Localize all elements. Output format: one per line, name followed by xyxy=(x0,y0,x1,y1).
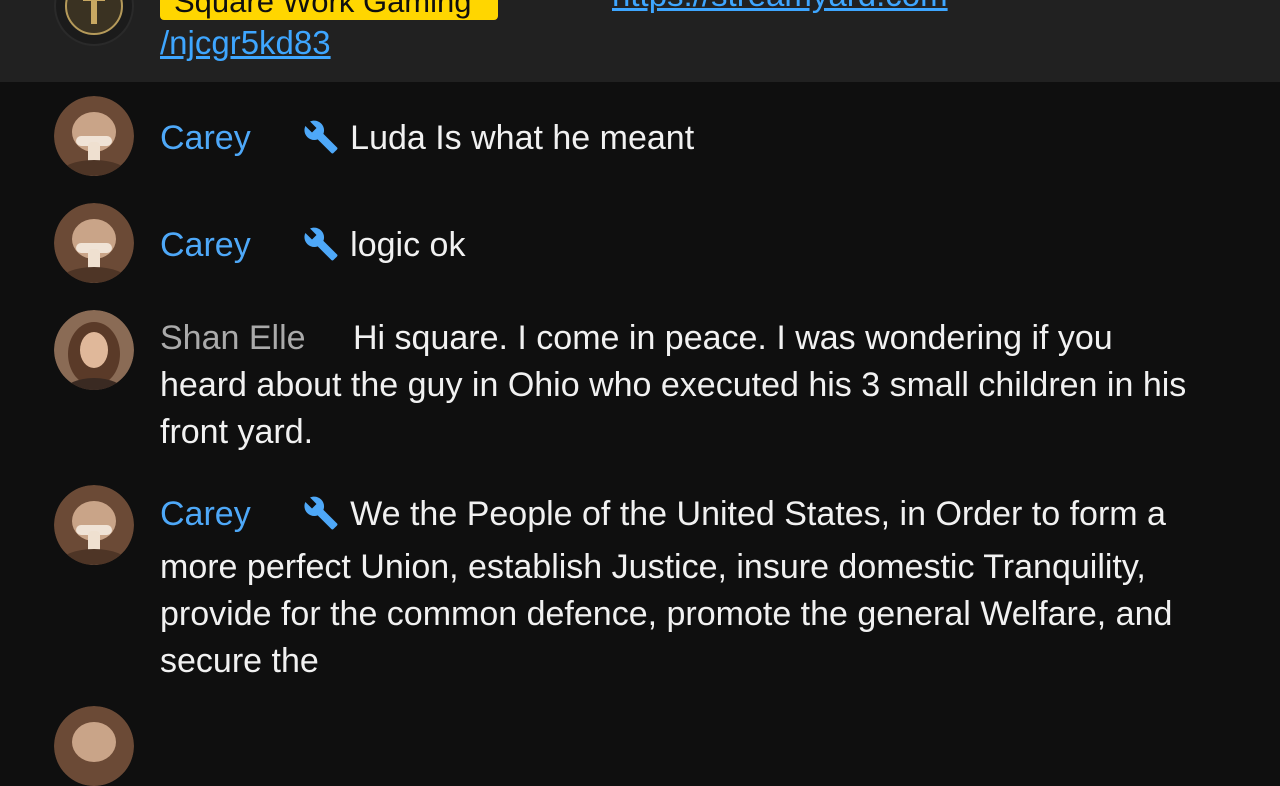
streamyard-link-continued[interactable]: /njcgr5kd83 xyxy=(160,24,331,62)
carey-avatar-icon xyxy=(54,96,134,176)
cross-emblem-icon xyxy=(56,0,132,44)
avatar[interactable] xyxy=(54,96,134,176)
streamyard-link[interactable]: https://streamyard.com xyxy=(612,0,948,14)
author-name[interactable]: Carey xyxy=(160,226,251,264)
pinned-message: Square Work Gaming https://streamyard.co… xyxy=(0,0,1280,82)
message-text: Luda Is what he meant xyxy=(350,119,695,157)
carey-avatar-icon xyxy=(54,203,134,283)
wrench-icon xyxy=(303,226,339,275)
avatar[interactable] xyxy=(54,706,134,786)
wrench-icon xyxy=(303,119,339,168)
shan-elle-avatar-icon xyxy=(54,310,134,390)
carey-avatar-icon xyxy=(54,485,134,565)
message-body: Carey logic ok xyxy=(160,222,1190,275)
message-body: Carey We the People of the United States… xyxy=(160,491,1190,685)
message-body: Carey Luda Is what he meant xyxy=(160,115,1190,168)
carey-avatar-icon xyxy=(54,706,134,786)
avatar[interactable] xyxy=(54,485,134,565)
message-text: logic ok xyxy=(350,226,466,264)
avatar[interactable] xyxy=(54,203,134,283)
message-text: Hi square. I come in peace. I was wonder… xyxy=(160,319,1187,451)
owner-name-badge[interactable]: Square Work Gaming xyxy=(160,0,498,20)
avatar[interactable] xyxy=(54,310,134,390)
wrench-icon xyxy=(303,495,339,544)
author-name[interactable]: Shan Elle xyxy=(160,319,306,357)
author-name[interactable]: Carey xyxy=(160,119,251,157)
message-body: Shan Elle Hi square. I come in peace. I … xyxy=(160,315,1190,456)
author-name[interactable]: Carey xyxy=(160,495,251,533)
channel-avatar[interactable] xyxy=(54,0,134,46)
